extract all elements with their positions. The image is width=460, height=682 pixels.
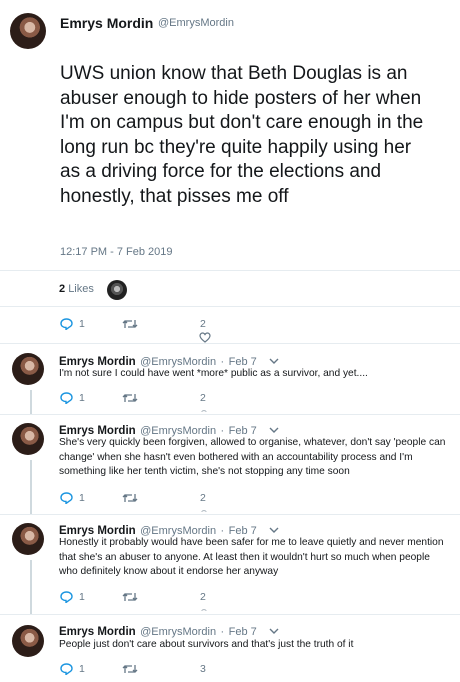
thread-line [30, 390, 32, 414]
reply-button[interactable]: 1 [60, 492, 85, 504]
reply-avatar[interactable] [12, 353, 44, 385]
like-count: 2 [200, 318, 206, 330]
likes-summary[interactable]: 2 Likes [59, 283, 94, 295]
retweet-button[interactable] [122, 591, 138, 603]
retweet-button[interactable] [122, 392, 138, 404]
heart-icon[interactable] [199, 332, 211, 343]
reply-date[interactable]: Feb 7 [229, 626, 257, 638]
like-count: 2 [200, 492, 206, 504]
like-count: 2 [200, 591, 206, 603]
thread-line [30, 460, 32, 514]
reply-avatar[interactable] [12, 423, 44, 455]
like-button[interactable]: 2 [200, 392, 206, 404]
like-button[interactable]: 3 [200, 663, 206, 675]
retweet-icon [122, 665, 138, 673]
retweet-icon [122, 593, 138, 601]
reply-icon [60, 492, 73, 504]
chevron-down-icon[interactable] [269, 358, 279, 364]
divider [0, 514, 460, 515]
reply-avatar[interactable] [12, 523, 44, 555]
divider [0, 343, 460, 344]
reply-text: Honestly it probably would have been saf… [59, 537, 444, 577]
reply-author-handle[interactable]: @EmrysMordin [140, 626, 216, 638]
reply-count: 1 [79, 591, 85, 603]
reply-text: People just don't care about survivors a… [59, 639, 354, 650]
reply-icon [60, 392, 73, 404]
reply-avatar[interactable] [12, 625, 44, 657]
like-count: 2 [200, 392, 206, 404]
retweet-button[interactable] [122, 492, 138, 504]
reply-actions: 1 2 [60, 591, 260, 605]
author-name[interactable]: Emrys Mordin [60, 15, 153, 31]
reply-button[interactable]: 1 [60, 591, 85, 603]
reply-count: 1 [79, 392, 85, 404]
chevron-down-icon[interactable] [269, 628, 279, 634]
reply-text: She's very quickly been forgiven, allowe… [59, 437, 446, 477]
tweet-text: UWS union know that Beth Douglas is an a… [60, 63, 424, 207]
tweet-actions: 1 2 [60, 318, 260, 332]
reply-button[interactable]: 1 [60, 318, 85, 330]
reply-button[interactable]: 1 [60, 663, 85, 675]
tweet-timestamp[interactable]: 12:17 PM - 7 Feb 2019 [60, 246, 173, 258]
like-button[interactable]: 2 [200, 318, 206, 330]
retweet-icon [122, 320, 138, 328]
reply-count: 1 [79, 663, 85, 675]
reply-actions: 1 3 [60, 663, 260, 677]
likes-label: Likes [68, 283, 94, 295]
retweet-icon [122, 494, 138, 502]
reply-text: I'm not sure I could have went *more* pu… [59, 368, 368, 379]
author-avatar[interactable] [10, 13, 46, 49]
divider [0, 614, 460, 615]
liker-avatar[interactable] [107, 280, 127, 300]
reply-count: 1 [79, 318, 85, 330]
like-button[interactable]: 2 [200, 591, 206, 603]
retweet-icon [122, 394, 138, 402]
reply-actions: 1 2 [60, 492, 260, 506]
reply-actions: 1 2 [60, 392, 260, 406]
author-handle[interactable]: @EmrysMordin [158, 17, 234, 29]
thread-line [30, 560, 32, 614]
divider [0, 414, 460, 415]
reply-icon [60, 318, 73, 330]
reply-author-name[interactable]: Emrys Mordin [59, 626, 136, 638]
divider [0, 306, 460, 307]
reply-count: 1 [79, 492, 85, 504]
chevron-down-icon[interactable] [269, 527, 279, 533]
likes-count: 2 [59, 283, 66, 295]
reply-icon [60, 591, 73, 603]
like-count: 3 [200, 663, 206, 675]
divider [0, 270, 460, 271]
retweet-button[interactable] [122, 318, 138, 330]
chevron-down-icon[interactable] [269, 427, 279, 433]
retweet-button[interactable] [122, 663, 138, 675]
like-button[interactable]: 2 [200, 492, 206, 504]
reply-button[interactable]: 1 [60, 392, 85, 404]
reply-date-separator: · [220, 626, 225, 638]
reply-icon [60, 663, 73, 675]
